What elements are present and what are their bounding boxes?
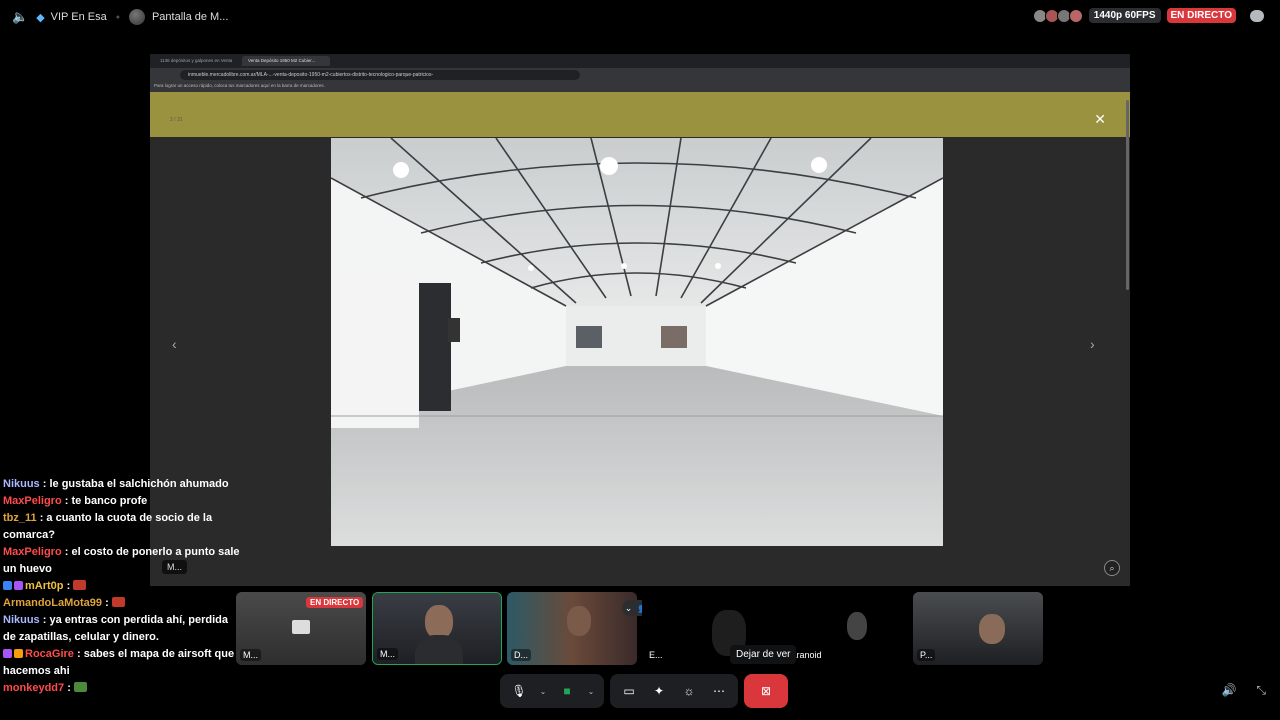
participant-name: D... [511, 649, 532, 661]
chat-emote-icon [111, 597, 125, 607]
more-options-icon[interactable]: ⋯ [706, 678, 732, 704]
participant-tile-speaking[interactable]: M... [372, 592, 502, 665]
live-badge: EN DIRECTO [1166, 8, 1236, 23]
exit-fullscreen-icon[interactable]: ⤡ [1256, 683, 1266, 698]
chat-emote-icon [73, 682, 87, 692]
chat-message: Nikuus : le gustaba el salchichón ahumad… [3, 478, 229, 490]
chevron-down-icon: ⌄ [624, 602, 633, 613]
screen-share-icon [292, 620, 310, 634]
chat-bubble-icon[interactable] [1250, 9, 1264, 22]
mic-camera-group: 🎙 ⌄ ■ ⌄ [500, 674, 604, 708]
chat-text: te banco profe [71, 495, 148, 507]
chat-message: ArmandoLaMota99 : [3, 595, 240, 612]
chat-message: Nikuus : ya entras con perdida ahí, perd… [3, 614, 228, 643]
chat-badge-icon [3, 581, 12, 590]
browser-tab-strip: 1136 depósitos y galpones en Venta Venta… [150, 54, 1130, 68]
warehouse-photo [331, 138, 943, 546]
chat-message: tbz_11 : a cuanto la cuota de socio de l… [3, 512, 213, 541]
vip-title: VIP En Esa [50, 11, 107, 23]
chat-text: le gustaba el salchichón ahumado [49, 478, 229, 490]
camera-icon[interactable]: ■ [554, 678, 580, 704]
chat-username[interactable]: Nikuus [3, 478, 40, 490]
participant-name: M... [240, 649, 261, 661]
chevron-down-icon[interactable]: ⌄ [584, 678, 598, 704]
call-controls: 🎙 ⌄ ■ ⌄ ▭ ✦ ☼ ⋯ ⊠ [500, 674, 788, 708]
chat-username[interactable]: mArt0p [25, 580, 64, 592]
channel-title: Pantalla de M... [151, 11, 229, 23]
chat-badge-icon [14, 581, 23, 590]
chat-message: RocaGire : sabes el mapa de airsoft que … [3, 648, 235, 677]
stop-watching-icon: ⊠ [760, 684, 772, 698]
chat-message: MaxPeligro : te banco profe [3, 495, 148, 507]
participant-name: E... [646, 649, 666, 661]
webcam-person [425, 605, 453, 639]
vip-channel-crumb[interactable]: ◆ VIP En Esa [36, 11, 107, 24]
activities-icon[interactable]: ✦ [646, 678, 672, 704]
chat-username[interactable]: tbz_11 [3, 512, 37, 524]
browser-tab-active: Venta Depósito 1950 M2 Cubier... [242, 56, 330, 66]
bookmark-bar: Para lograr un acceso rápido, coloca tus… [150, 82, 1130, 92]
chat-badge-icon [14, 649, 23, 658]
url-text: inmueble.mercadolibre.com.ar/MLA-...-ven… [180, 70, 580, 80]
chat-badge-icon [3, 649, 12, 658]
soundboard-icon[interactable]: ☼ [676, 678, 702, 704]
chat-username[interactable]: MaxPeligro [3, 546, 62, 558]
participant-tile[interactable]: ...aranoid [777, 592, 907, 665]
leave-tooltip: Dejar de ver [730, 645, 797, 664]
microphone-icon[interactable]: 🎙 [506, 678, 532, 704]
photo-counter: 2 / 31 [170, 117, 183, 123]
gem-icon: ◆ [36, 11, 45, 24]
chevron-down-icon[interactable]: ⌄ [536, 678, 550, 704]
close-icon: ✕ [1094, 111, 1106, 127]
participant-name: M... [377, 648, 398, 660]
crumb-separator: ● [115, 13, 120, 21]
chat-username[interactable]: monkeydd7 [3, 682, 64, 694]
chat-message: MaxPeligro : el costo de ponerlo a punto… [3, 546, 240, 575]
participant-tile[interactable]: EN DIRECTO M... [236, 592, 366, 665]
participant-tile[interactable]: P... [913, 592, 1043, 665]
participant-strip: EN DIRECTO M... M... D... ⌄👥 E... ...ara… [236, 592, 1046, 666]
browser-tab: 1136 depósitos y galpones en Venta [160, 58, 233, 63]
mercadolibre-header [150, 92, 1130, 137]
chat-message: monkeydd7 : [3, 680, 240, 697]
stop-watching-button[interactable]: ⊠ [744, 674, 788, 708]
top-right-status: 1440p 60FPS EN DIRECTO [1032, 8, 1264, 23]
screen-crumb[interactable]: Pantalla de M... [128, 9, 229, 25]
participant-name: P... [917, 649, 936, 661]
browser-address-bar: inmueble.mercadolibre.com.ar/MLA-...-ven… [150, 68, 1130, 82]
chat-username[interactable]: Nikuus [3, 614, 40, 626]
speaker-muted-icon[interactable]: 🔈 [12, 9, 28, 25]
chat-emote-icon [73, 580, 87, 590]
page-scrollbar [1126, 100, 1129, 290]
chat-message: mArt0p : [3, 578, 240, 595]
quality-badge: 1440p 60FPS [1088, 8, 1161, 23]
chat-username[interactable]: ArmandoLaMota99 [3, 597, 102, 609]
share-screen-icon[interactable]: ▭ [616, 678, 642, 704]
participant-tile[interactable]: D... [507, 592, 637, 665]
tile-live-badge: EN DIRECTO [306, 597, 364, 608]
prev-photo-icon: ‹ [172, 336, 177, 352]
right-controls: 🔊 ⤡ [1221, 683, 1266, 698]
screen-share-stream[interactable]: 1136 depósitos y galpones en Venta Venta… [150, 54, 1130, 586]
chat-username[interactable]: MaxPeligro [3, 495, 62, 507]
actions-group: ▭ ✦ ☼ ⋯ [610, 674, 738, 708]
streamer-avatar [128, 9, 145, 25]
next-photo-icon: › [1090, 336, 1095, 352]
stream-chat: Nikuus : le gustaba el salchichón ahumad… [0, 476, 240, 720]
zoom-icon[interactable]: ⌕ [1104, 560, 1120, 576]
volume-icon[interactable]: 🔊 [1221, 683, 1236, 698]
viewer-avatars[interactable] [1032, 8, 1083, 23]
chat-username[interactable]: RocaGire [25, 648, 74, 660]
